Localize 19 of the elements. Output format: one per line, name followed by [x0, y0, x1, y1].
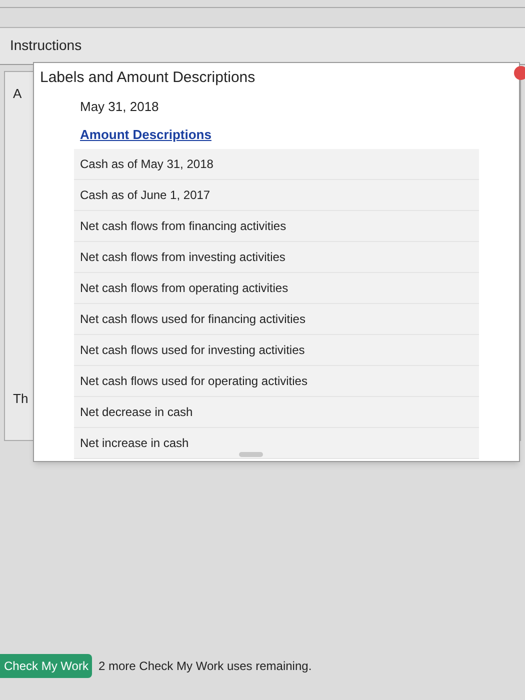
list-item[interactable]: Net decrease in cash	[74, 396, 479, 428]
list-item[interactable]: Net cash flows used for financing activities	[74, 304, 479, 334]
cut-off-text: Th	[13, 390, 28, 408]
popup-title: Labels and Amount Descriptions	[39, 68, 256, 88]
list-item[interactable]: Net cash flows from operating activities	[74, 272, 479, 304]
date-label: May 31, 2018	[79, 98, 160, 116]
list-item[interactable]: Net cash flows used for investing activities	[74, 334, 479, 366]
list-item[interactable]: Net cash flows from financing activities	[74, 210, 479, 242]
uses-remaining-text: 2 more Check My Work uses remaining.	[98, 658, 312, 675]
list-item[interactable]: Net cash flows used for operating activities	[74, 366, 479, 396]
section-heading: Amount Descriptions	[79, 126, 212, 144]
list-item[interactable]: Net increase in cash	[74, 428, 479, 458]
list-item[interactable]: Cash as of June 1, 2017	[74, 180, 479, 210]
list-item[interactable]: Net cash flows from investing activities	[74, 242, 479, 272]
scroll-handle[interactable]	[239, 452, 263, 457]
list-item[interactable]: Cash as of May 31, 2018	[74, 148, 479, 180]
check-my-work-button[interactable]: Check My Work	[0, 654, 92, 678]
header-title: Instructions	[10, 37, 82, 53]
cut-off-text: A	[13, 85, 22, 103]
